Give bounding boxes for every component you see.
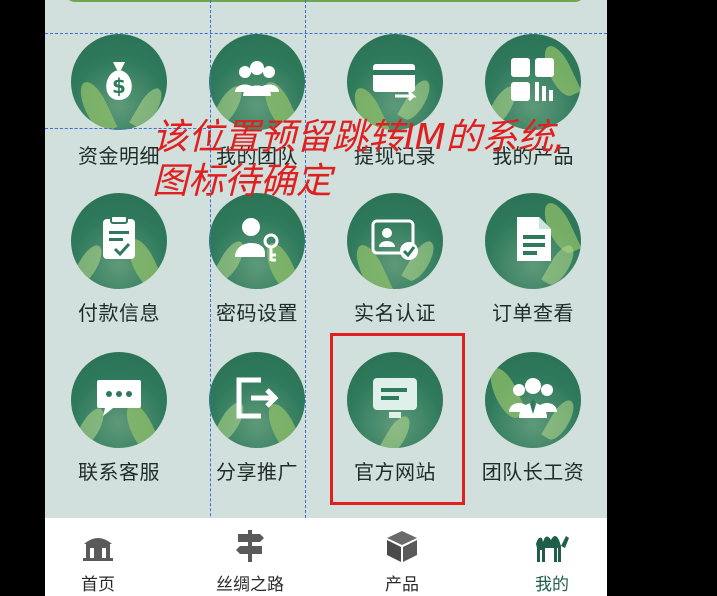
design-annotation: 该位置预留跳转IM的系统, 图标待确定 [152,116,672,204]
id-card-check-icon [347,193,443,289]
grid-item-real-name-verification[interactable]: 实名认证 [329,193,459,343]
grid-item-label: 付款信息 [78,301,160,325]
tab-label: 我的 [535,575,569,595]
grid-item-label: 联系客服 [78,460,160,484]
annotation-line-2: 图标待确定 [152,161,333,202]
chat-bubble-icon [71,352,167,448]
top-banner[interactable] [65,0,585,2]
tab-label: 产品 [385,575,419,595]
grid-item-label: 订单查看 [492,301,574,325]
grid-item-order-view[interactable]: 订单查看 [467,193,597,343]
grid-item-payment-info[interactable]: 付款信息 [53,193,183,343]
grid-item-label: 实名认证 [354,301,436,325]
guide-line [305,0,306,538]
tab-home[interactable]: 首页 [45,518,153,596]
tab-silk-road[interactable]: 丝绸之路 [195,518,305,596]
guide-line [210,0,211,596]
share-arrow-icon [209,352,305,448]
phone-screen: $ 资金明细 我的团队 提现记录 我的产品 付款信息 密码设置 实名认证 订单查… [45,0,607,596]
user-key-icon [209,193,305,289]
grid-item-label: 密码设置 [216,301,298,325]
grid-item-team-leader-salary[interactable]: 团队长工资 [467,352,597,502]
guide-line [45,33,607,34]
tab-label: 丝绸之路 [216,575,284,595]
box-icon [387,531,417,562]
svg-text:$: $ [112,74,126,98]
grid-item-contact-support[interactable]: 联系客服 [53,352,183,502]
grid-item-label: 分享推广 [216,460,298,484]
document-icon [485,193,581,289]
grid-item-label: 团队长工资 [481,460,585,484]
highlight-box [330,333,465,505]
camel-icon [536,536,569,562]
tab-label: 首页 [81,575,115,595]
bottom-tab-bar: 首页 丝绸之路 产品 我的 [45,518,607,596]
tab-mine[interactable]: 我的 [497,518,607,596]
clipboard-check-icon [71,193,167,289]
tab-products[interactable]: 产品 [347,518,457,596]
annotation-line-1: 该位置预留跳转IM的系统, [152,117,566,158]
home-icon [83,538,113,561]
team-leader-icon [485,352,581,448]
signpost-icon [236,530,264,562]
